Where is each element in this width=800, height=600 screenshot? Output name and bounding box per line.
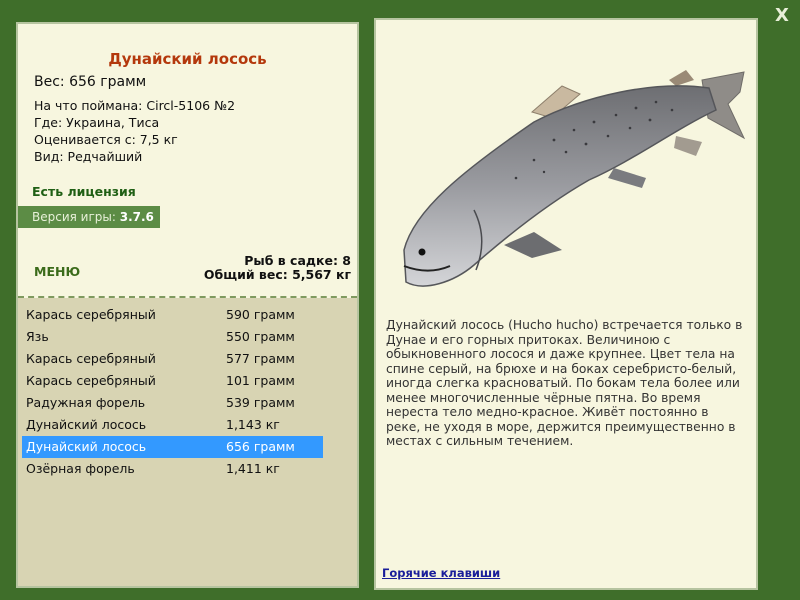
catch-list-item[interactable]: Карась серебряный 577 грамм: [22, 348, 323, 370]
catch-list-item[interactable]: Радужная форель 539 грамм: [22, 392, 323, 414]
close-button[interactable]: X: [772, 6, 792, 26]
catch-list-item[interactable]: Карась серебряный 101 грамм: [22, 370, 323, 392]
caught-with: На что поймана: Circl-5106 №2: [34, 98, 236, 113]
catch-item-name: Карась серебряный: [26, 351, 156, 366]
keepnet-total: Общий вес: 5,567 кг: [203, 267, 351, 282]
catch-item-weight: 656 грамм: [226, 439, 295, 454]
fish-title: Дунайский лосось: [108, 50, 267, 68]
catch-list-item[interactable]: Дунайский лосось 1,143 кг: [22, 414, 323, 436]
catch-item-weight: 1,143 кг: [226, 417, 280, 432]
catch-item-weight: 101 грамм: [226, 373, 295, 388]
rarity: Вид: Редчайший: [34, 149, 143, 164]
catch-item-name: Дунайский лосось: [26, 439, 147, 454]
catch-item-weight: 550 грамм: [226, 329, 295, 344]
version-label: Версия игры:: [32, 210, 120, 224]
catch-list-item[interactable]: Озёрная форель 1,411 кг: [22, 458, 323, 480]
catch-item-weight: 1,411 кг: [226, 461, 280, 476]
fish-description: Дунайский лосось (Hucho hucho) встречает…: [386, 318, 743, 448]
keepnet-count: Рыб в садке: 8: [244, 253, 351, 268]
version-badge: Версия игры: 3.7.6: [18, 206, 160, 228]
fish-image: [403, 70, 746, 287]
catch-item-name: Карась серебряный: [26, 373, 156, 388]
fish-picture-panel: Дунайский лосось (Hucho hucho) встречает…: [374, 18, 758, 590]
location: Где: Украина, Тиса: [34, 115, 160, 130]
value: Оценивается с: 7,5 кг: [34, 132, 178, 147]
license-status: Есть лицензия: [32, 184, 136, 199]
catch-list: Карась серебряный 590 грамм Язь 550 грамм Ка…: [18, 298, 357, 586]
catch-item-weight: 590 грамм: [226, 307, 295, 322]
fish-weight: Вес: 656 грамм: [34, 74, 147, 90]
catch-item-name: Дунайский лосось: [26, 417, 147, 432]
fish-info-panel: Дунайский лосось Вес: 656 грамм На что п…: [16, 22, 359, 588]
hotkeys-link[interactable]: Горячие клавиши: [382, 566, 500, 580]
version-number: 3.7.6: [119, 210, 154, 224]
catch-item-weight: 539 грамм: [226, 395, 295, 410]
catch-item-name: Карась серебряный: [26, 307, 156, 322]
catch-list-item[interactable]: Дунайский лосось 656 грамм: [22, 436, 323, 458]
catch-list-item[interactable]: Карась серебряный 590 грамм: [22, 304, 323, 326]
keepnet-summary: Рыб в садке: 8 Общий вес: 5,567 кг: [204, 254, 351, 282]
catch-item-name: Радужная форель: [26, 395, 146, 410]
catch-item-weight: 577 грамм: [226, 351, 295, 366]
catch-item-name: Озёрная форель: [26, 461, 135, 476]
menu-button[interactable]: МЕНЮ: [34, 264, 80, 279]
catch-item-name: Язь: [26, 329, 49, 344]
catch-list-item[interactable]: Язь 550 грамм: [22, 326, 323, 348]
